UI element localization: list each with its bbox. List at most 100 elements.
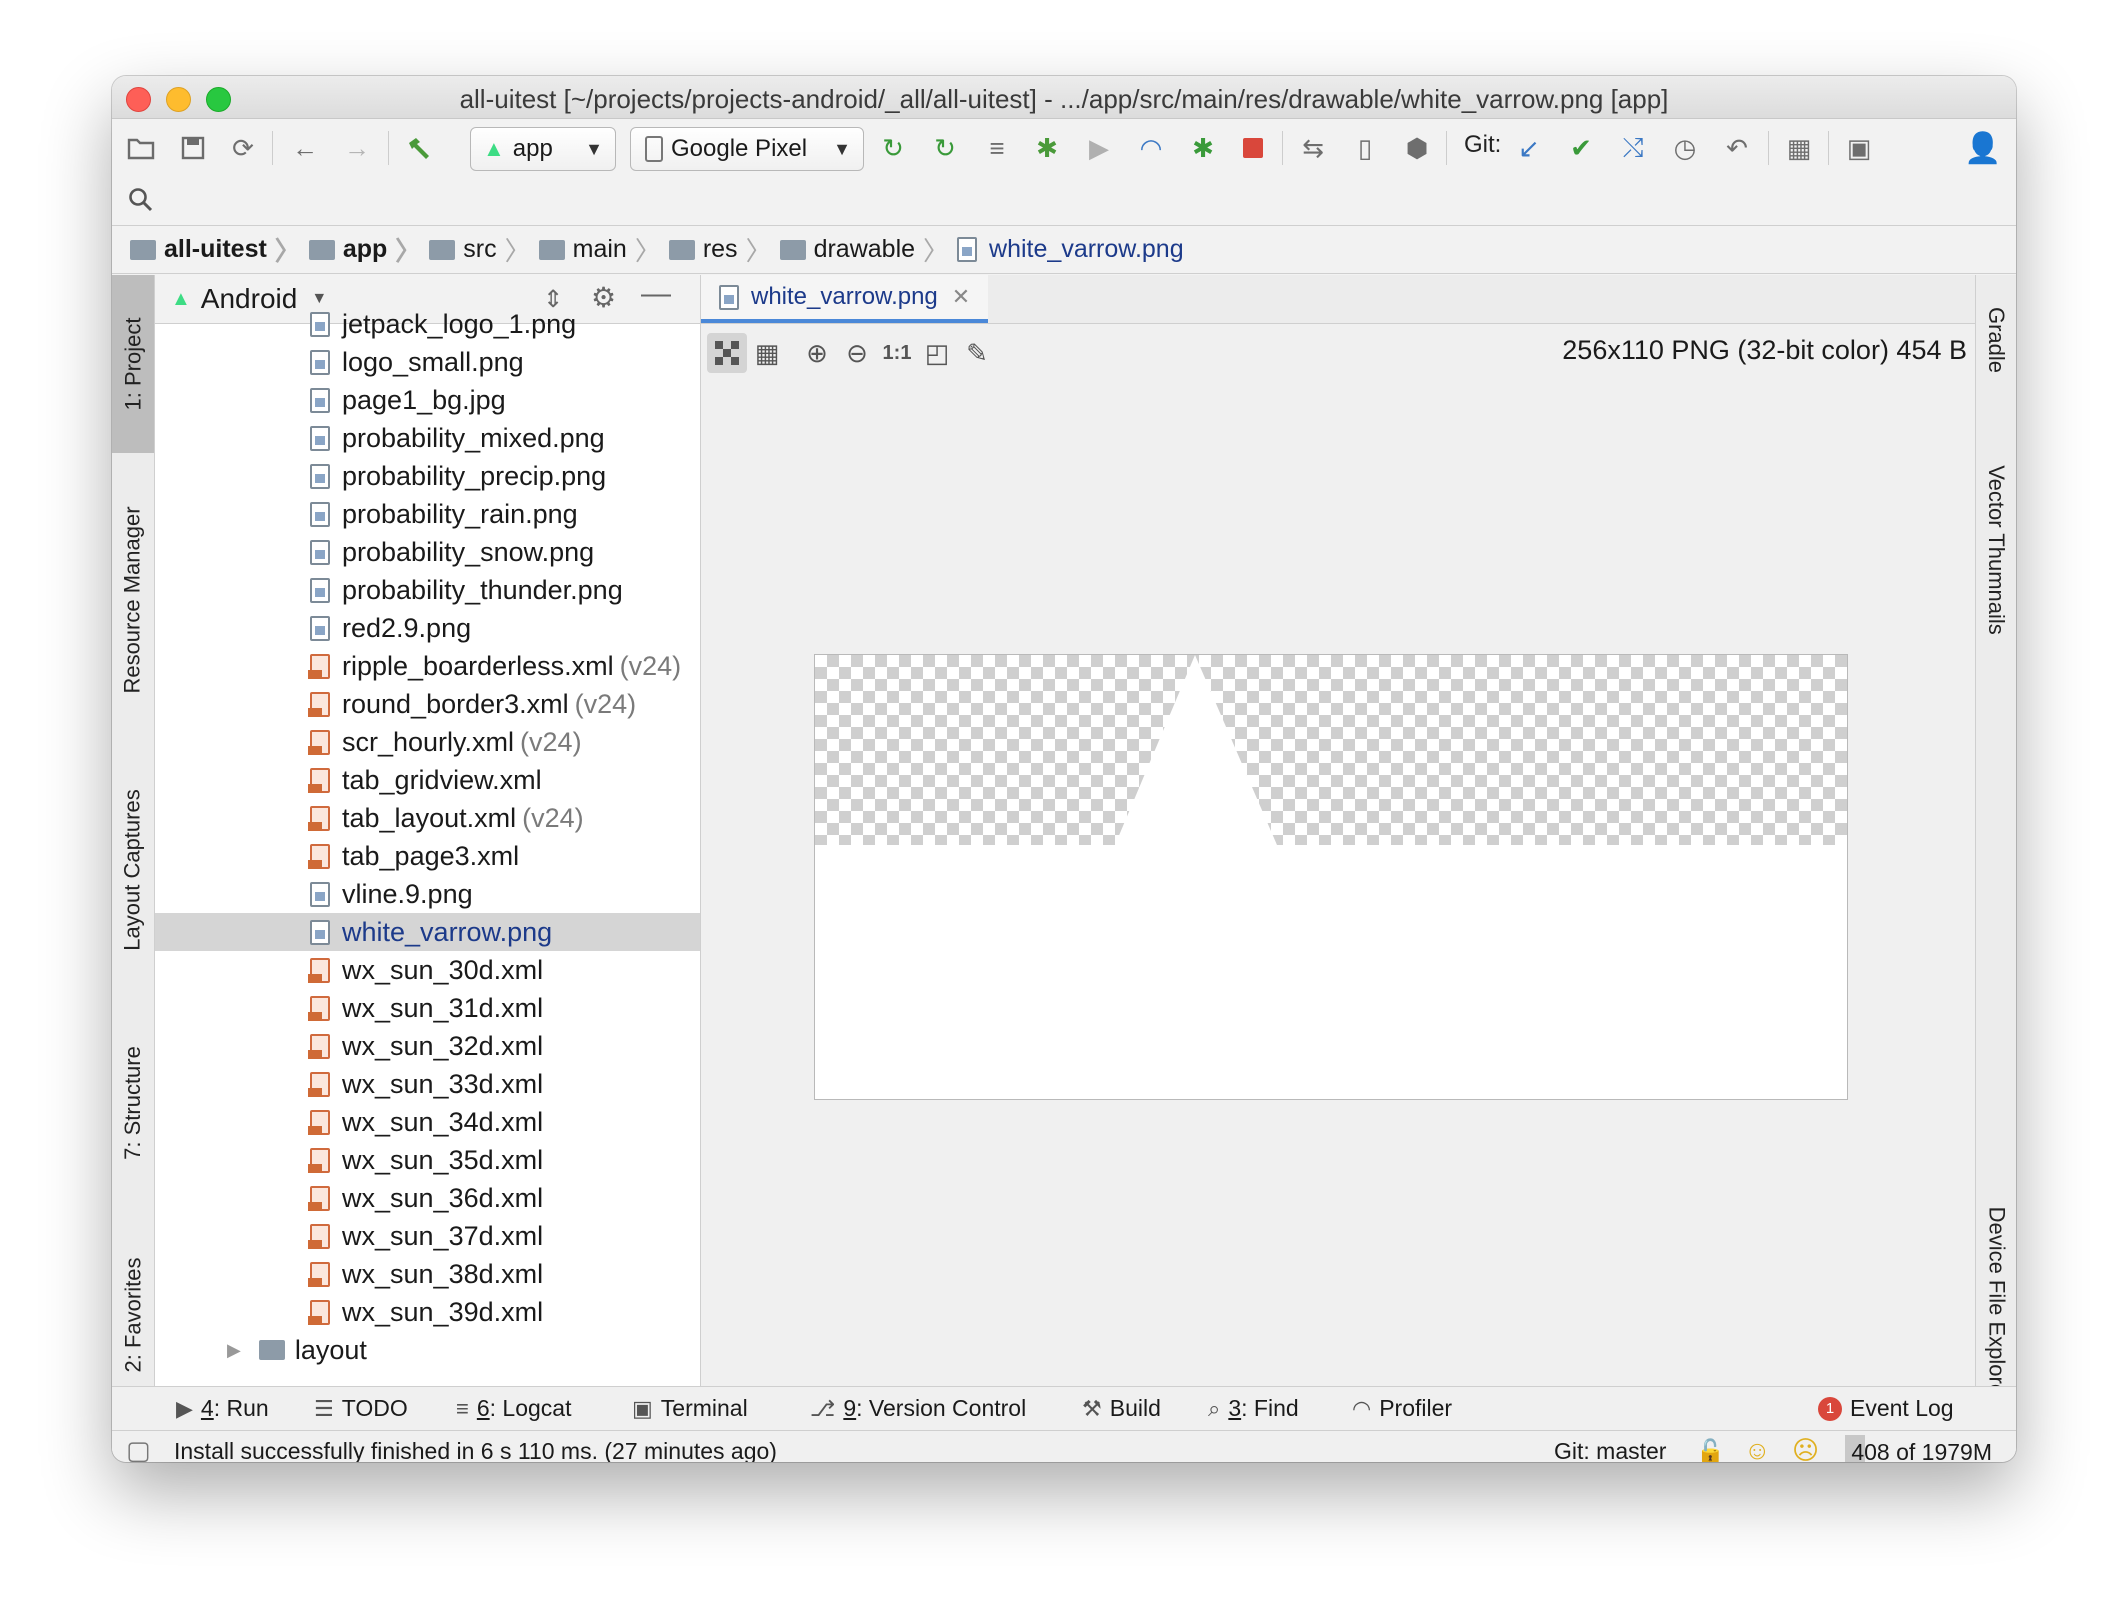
status-message[interactable]: Install successfully finished in 6 s 110… xyxy=(174,1438,777,1462)
tab-white-varrow[interactable]: white_varrow.png ✕ xyxy=(701,275,989,323)
save-all-icon[interactable] xyxy=(178,133,208,163)
git-commit-check-icon[interactable]: ✔ xyxy=(1566,133,1596,163)
expand-arrow-icon[interactable]: ▶ xyxy=(227,1340,241,1361)
sync-gradle-icon[interactable]: ⇆ xyxy=(1298,133,1328,163)
apply-changes-restart-icon[interactable]: ↻ xyxy=(878,133,908,163)
revert-icon[interactable]: ↶ xyxy=(1722,133,1752,163)
tree-folder-item[interactable]: ▶ layout xyxy=(155,1331,700,1369)
tool-build[interactable]: ⚒ Build xyxy=(1082,1395,1161,1422)
tree-file-item[interactable]: probability_mixed.png xyxy=(155,419,700,457)
search-icon[interactable] xyxy=(126,185,156,215)
tree-file-item[interactable]: wx_sun_33d.xml xyxy=(155,1065,700,1103)
tree-file-item[interactable]: logo_small.png xyxy=(155,343,700,381)
tree-file-item[interactable]: wx_sun_35d.xml xyxy=(155,1141,700,1179)
tree-file-item[interactable]: white_varrow.png xyxy=(155,913,700,951)
tree-file-item[interactable]: red2.9.png xyxy=(155,609,700,647)
toggle-tool-windows-icon[interactable]: ▢ xyxy=(126,1435,151,1462)
debug-bug-icon[interactable]: ✱ xyxy=(1032,133,1062,163)
tree-file-item[interactable]: probability_rain.png xyxy=(155,495,700,533)
tree-file-item[interactable]: tab_layout.xml (v24) xyxy=(155,799,700,837)
git-update-icon[interactable]: ↙ xyxy=(1514,133,1544,163)
breadcrumb-item-current[interactable]: white_varrow.png xyxy=(957,235,1184,264)
profile-gauge-icon[interactable]: ◠ xyxy=(1136,133,1166,163)
attach-debugger-icon[interactable]: ✱ xyxy=(1188,133,1218,163)
tool-terminal[interactable]: ▣ Terminal xyxy=(632,1395,748,1422)
tree-file-item[interactable]: wx_sun_32d.xml xyxy=(155,1027,700,1065)
actual-size-button[interactable]: 1:1 xyxy=(877,333,917,373)
tree-file-item[interactable]: scr_hourly.xml (v24) xyxy=(155,723,700,761)
tool-todo[interactable]: ☰ TODO xyxy=(314,1395,408,1422)
tree-file-item[interactable]: jetpack_logo_1.png xyxy=(155,305,700,343)
history-clock-icon[interactable]: ◷ xyxy=(1670,133,1700,163)
tab-gradle[interactable]: Gradle xyxy=(1976,285,2016,395)
back-arrow-icon[interactable]: ← xyxy=(290,133,320,163)
chevron-down-icon: ▼ xyxy=(833,138,851,159)
tree-file-item[interactable]: wx_sun_36d.xml xyxy=(155,1179,700,1217)
tree-file-item[interactable]: vline.9.png xyxy=(155,875,700,913)
tab-project[interactable]: 1: Project xyxy=(112,275,154,453)
run-config-dropdown[interactable]: ▲ app ▼ xyxy=(470,127,616,171)
tree-file-item[interactable]: tab_page3.xml xyxy=(155,837,700,875)
folder-icon xyxy=(258,1340,285,1360)
tab-structure[interactable]: 7: Structure xyxy=(112,1003,154,1203)
avd-manager-icon[interactable]: ▯ xyxy=(1350,133,1380,163)
tab-favorites[interactable]: 2: Favorites xyxy=(112,1215,154,1415)
terminal-window-icon[interactable]: ▣ xyxy=(1844,133,1874,163)
tab-layout-captures[interactable]: Layout Captures xyxy=(112,745,154,995)
open-folder-icon[interactable] xyxy=(126,133,156,163)
tree-file-item[interactable]: wx_sun_31d.xml xyxy=(155,989,700,1027)
tool-version-control[interactable]: ⎇ 9: Version Control xyxy=(810,1395,1026,1422)
breadcrumb-item[interactable]: res 〉 xyxy=(668,231,780,268)
tool-profiler[interactable]: ◠ Profiler xyxy=(1352,1395,1452,1422)
tree-file-item[interactable]: probability_snow.png xyxy=(155,533,700,571)
coverage-icon[interactable]: ▶ xyxy=(1084,133,1114,163)
stop-icon[interactable] xyxy=(1238,133,1268,163)
make-project-hammer-icon[interactable] xyxy=(404,133,434,163)
tree-file-item[interactable]: probability_thunder.png xyxy=(155,571,700,609)
zoom-in-icon[interactable]: ⊕ xyxy=(797,333,837,373)
image-file-icon xyxy=(310,463,330,489)
sad-face-icon[interactable]: ☹ xyxy=(1792,1435,1819,1462)
color-picker-icon[interactable]: ✎ xyxy=(957,333,997,373)
close-icon[interactable]: ✕ xyxy=(952,284,970,310)
tree-file-item[interactable]: wx_sun_30d.xml xyxy=(155,951,700,989)
tree-file-item[interactable]: ripple_boarderless.xml (v24) xyxy=(155,647,700,685)
tab-resource-manager[interactable]: Resource Manager xyxy=(112,465,154,735)
tree-file-item[interactable]: tab_gridview.xml xyxy=(155,761,700,799)
fit-zoom-icon[interactable]: ◰ xyxy=(917,333,957,373)
tool-event-log[interactable]: 1 Event Log xyxy=(1818,1395,1954,1422)
sync-icon[interactable]: ⟳ xyxy=(228,133,258,163)
device-dropdown[interactable]: Google Pixel ▼ xyxy=(630,127,864,171)
tree-file-item[interactable]: wx_sun_34d.xml xyxy=(155,1103,700,1141)
zoom-out-icon[interactable]: ⊖ xyxy=(837,333,877,373)
tree-file-item[interactable]: wx_sun_38d.xml xyxy=(155,1255,700,1293)
tab-vector-thumbnails[interactable]: Vector Thumnails xyxy=(1976,435,2016,665)
tree-file-item[interactable]: page1_bg.jpg xyxy=(155,381,700,419)
image-file-icon xyxy=(310,501,330,527)
sdk-manager-icon[interactable]: ⬢ xyxy=(1402,133,1432,163)
breadcrumb-item[interactable]: drawable 〉 xyxy=(779,231,957,268)
tool-run[interactable]: ▶ 4: Run xyxy=(176,1395,269,1422)
project-structure-icon[interactable]: ▦ xyxy=(1784,133,1814,163)
breadcrumb-item[interactable]: src 〉 xyxy=(429,231,538,268)
tree-file-item[interactable]: wx_sun_39d.xml xyxy=(155,1293,700,1331)
lock-icon[interactable]: 🔓 xyxy=(1696,1438,1725,1462)
memory-indicator[interactable]: 408 of 1979M xyxy=(1845,1435,1998,1462)
breadcrumb-item[interactable]: app 〉 xyxy=(308,231,429,268)
breadcrumb-item[interactable]: all-uitest 〉 xyxy=(130,231,309,268)
tool-find[interactable]: ⌕ 3: Find xyxy=(1208,1395,1299,1422)
run-icon[interactable]: ≡ xyxy=(982,133,1012,163)
tree-file-item[interactable]: probability_precip.png xyxy=(155,457,700,495)
chessboard-icon[interactable] xyxy=(707,333,747,373)
happy-face-icon[interactable]: ☺ xyxy=(1744,1435,1771,1462)
tree-file-item[interactable]: round_border3.xml (v24) xyxy=(155,685,700,723)
grid-icon[interactable]: ▦ xyxy=(747,333,787,373)
git-merge-icon[interactable]: ⤭ xyxy=(1618,132,1648,163)
forward-arrow-icon[interactable]: → xyxy=(342,133,372,163)
breadcrumb-item[interactable]: main 〉 xyxy=(538,231,669,268)
apply-code-changes-icon[interactable]: ↻ xyxy=(930,133,960,163)
user-avatar-icon[interactable]: 👤 xyxy=(1964,132,2001,165)
tree-file-item[interactable]: wx_sun_37d.xml xyxy=(155,1217,700,1255)
git-branch-widget[interactable]: Git: master xyxy=(1554,1438,1666,1462)
tool-logcat[interactable]: ≡ 6: Logcat xyxy=(456,1395,571,1422)
